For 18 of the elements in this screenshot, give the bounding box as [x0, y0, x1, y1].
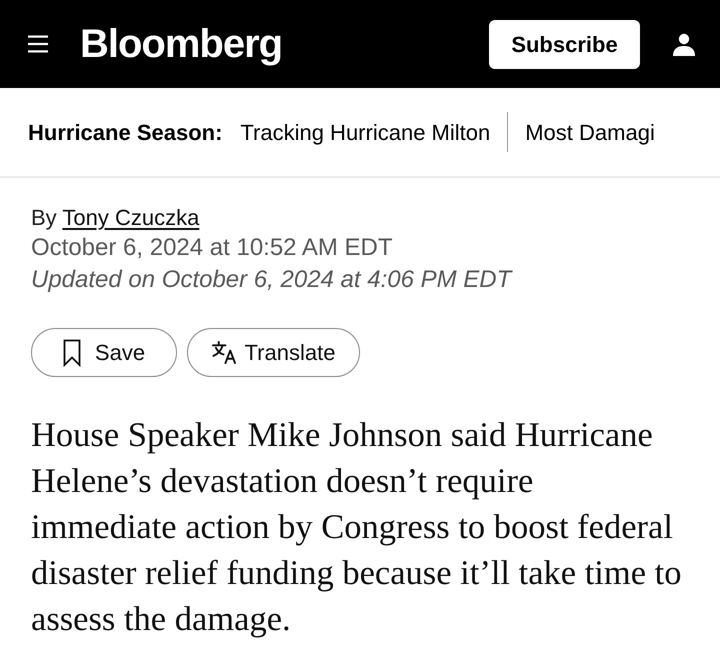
- topic-link[interactable]: Most Damagi: [525, 116, 655, 148]
- menu-icon: [28, 35, 48, 53]
- user-icon: [672, 32, 696, 56]
- translate-icon: [212, 341, 236, 364]
- publish-date: October 6, 2024 at 10:52 AM EDT: [31, 233, 394, 263]
- logo[interactable]: Bloomberg: [80, 24, 282, 64]
- updated-date: Updated on October 6, 2024 at 4:06 PM EDT: [31, 265, 514, 295]
- topic-link[interactable]: Tracking Hurricane Milton: [240, 116, 490, 148]
- author-link[interactable]: Tony Czuczka: [62, 205, 200, 230]
- menu-button[interactable]: [28, 35, 48, 53]
- translate-button[interactable]: Translate: [187, 328, 360, 377]
- summary-paragraph: House Speaker Mike Johnson said Hurricane Helene’s devastation doesn’t require immediate action by Congress to boost federal disaster relief funding because it’ll take time to assess the damage.: [31, 415, 682, 640]
- save-button[interactable]: Save: [31, 328, 177, 377]
- subscribe-button[interactable]: Subscribe: [489, 20, 640, 68]
- topic-label: Hurricane Season:: [28, 118, 222, 146]
- account-button[interactable]: [672, 32, 696, 56]
- bookmark-icon: [62, 338, 81, 366]
- byline: By Tony Czuczka: [31, 204, 200, 232]
